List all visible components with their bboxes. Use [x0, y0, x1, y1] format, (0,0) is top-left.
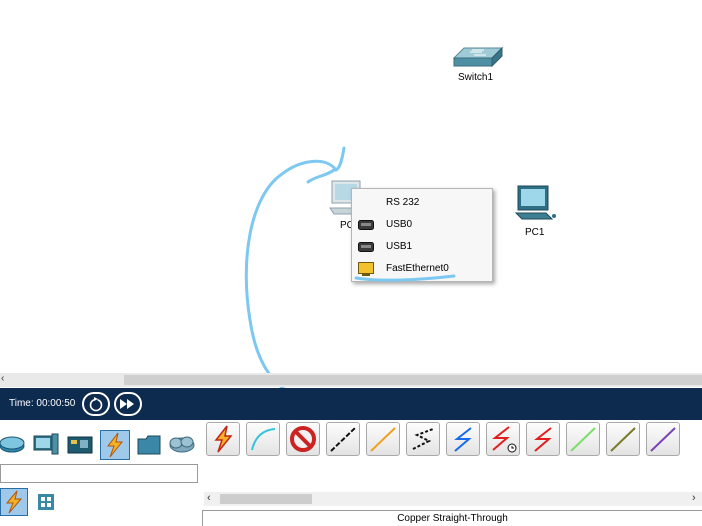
phone-cable-icon	[454, 427, 472, 452]
scroll-right-icon[interactable]: ›	[692, 492, 696, 504]
fast-forward-button[interactable]	[114, 392, 142, 416]
multiuser-icon[interactable]	[168, 432, 196, 458]
connections-scroll-thumb[interactable]	[220, 494, 312, 504]
bottom-panel: ‹ › Copper Straight-Through	[0, 420, 702, 526]
connection-none-button[interactable]	[286, 422, 320, 456]
workspace-scroll-thumb[interactable]	[124, 375, 702, 385]
connection-fiber-button[interactable]	[406, 422, 440, 456]
connection-straight-through-button[interactable]	[326, 422, 360, 456]
network-devices-icon[interactable]	[0, 432, 28, 458]
device-search-field[interactable]	[0, 464, 198, 483]
connection-automatic-button[interactable]	[206, 422, 240, 456]
connections-scrollbar[interactable]: ‹ ›	[204, 492, 702, 506]
connection-status-label: Copper Straight-Through	[202, 510, 702, 526]
workspace-scrollbar[interactable]: ‹	[0, 373, 702, 387]
usb-cable-icon	[650, 427, 676, 452]
connection-console-button[interactable]	[246, 422, 280, 456]
scroll-left-icon[interactable]: ‹	[1, 373, 4, 384]
miscellaneous-icon[interactable]	[136, 432, 164, 458]
no-connection-icon	[290, 426, 316, 452]
connections-category-button[interactable]	[100, 430, 130, 460]
fiber-cable-icon	[412, 428, 434, 450]
serial-cable-icon	[534, 427, 552, 452]
connections-icon	[5, 490, 23, 514]
end-devices-icon[interactable]	[32, 432, 60, 458]
connection-serial-button[interactable]	[526, 422, 560, 456]
coaxial-cable-icon	[492, 426, 517, 453]
connections-icon	[106, 432, 124, 458]
connection-crossover-button[interactable]	[366, 422, 400, 456]
grid-icon[interactable]	[38, 494, 54, 510]
automatic-connection-icon	[214, 425, 233, 453]
crossover-cable-icon	[370, 427, 396, 452]
connection-octal-button[interactable]	[566, 422, 600, 456]
fast-forward-icon	[120, 399, 134, 409]
scroll-left-icon[interactable]: ‹	[207, 492, 211, 504]
subcategory-connections-button[interactable]	[0, 488, 28, 516]
octal-cable-icon	[570, 427, 596, 452]
time-label: Time: 00:00:50	[9, 398, 76, 409]
power-cycle-button[interactable]	[82, 392, 110, 416]
straight-through-cable-icon	[330, 427, 356, 452]
connection-usb-button[interactable]	[646, 422, 680, 456]
connection-phone-button[interactable]	[446, 422, 480, 456]
time-bar: Time: 00:00:50	[0, 388, 702, 420]
iot-cable-icon	[610, 427, 636, 452]
workspace[interactable]: Switch1 PC PC1 RS 232 USB0 USB1 FastEthe…	[0, 0, 702, 469]
components-icon[interactable]	[66, 432, 94, 458]
connection-coaxial-button[interactable]	[486, 422, 520, 456]
console-cable-icon	[251, 428, 276, 451]
connection-iot-button[interactable]	[606, 422, 640, 456]
power-cycle-icon	[89, 397, 103, 412]
